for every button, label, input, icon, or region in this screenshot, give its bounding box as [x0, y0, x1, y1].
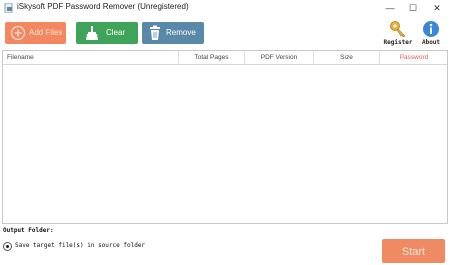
- window-title: iSkysoft PDF Password Remover (Unregiste…: [17, 2, 189, 11]
- register-label: Register: [383, 39, 413, 46]
- remove-button[interactable]: Remove: [142, 22, 204, 44]
- plus-circle-icon: [10, 25, 26, 41]
- save-in-source-label: Save target file(s) in source folder: [15, 242, 146, 249]
- toolbar: Add Files Clear Remove Register About: [0, 16, 450, 50]
- column-header-password[interactable]: Password: [379, 51, 448, 64]
- app-logo-icon: [4, 3, 13, 13]
- column-header-pdf-version[interactable]: PDF Version: [244, 51, 313, 64]
- column-header-total-pages[interactable]: Total Pages: [178, 51, 244, 64]
- trash-icon: [150, 25, 160, 40]
- table-header: Filename Total Pages PDF Version Size Pa…: [3, 51, 447, 65]
- minimize-button[interactable]: —: [380, 0, 400, 16]
- radio-selected-dot: [6, 245, 9, 248]
- add-files-button[interactable]: Add Files: [5, 22, 66, 44]
- about-button[interactable]: About: [414, 20, 448, 50]
- key-icon: [390, 21, 406, 38]
- about-label: About: [421, 39, 441, 46]
- output-folder-heading: Output Folder:: [3, 227, 54, 234]
- remove-label: Remove: [166, 28, 196, 37]
- column-header-filename[interactable]: Filename: [3, 51, 178, 64]
- column-header-size[interactable]: Size: [313, 51, 379, 64]
- info-icon: [423, 21, 439, 37]
- broom-icon: [86, 26, 98, 40]
- register-button[interactable]: Register: [381, 20, 415, 50]
- maximize-button[interactable]: ☐: [403, 0, 423, 16]
- clear-button[interactable]: Clear: [76, 22, 138, 44]
- start-button[interactable]: Start: [382, 239, 445, 263]
- add-files-label: Add Files: [29, 28, 63, 37]
- clear-label: Clear: [106, 28, 126, 37]
- save-in-source-radio[interactable]: [3, 242, 12, 251]
- close-button[interactable]: ✕: [427, 0, 447, 16]
- title-bar: iSkysoft PDF Password Remover (Unregiste…: [0, 0, 450, 16]
- file-table[interactable]: Filename Total Pages PDF Version Size Pa…: [2, 50, 448, 224]
